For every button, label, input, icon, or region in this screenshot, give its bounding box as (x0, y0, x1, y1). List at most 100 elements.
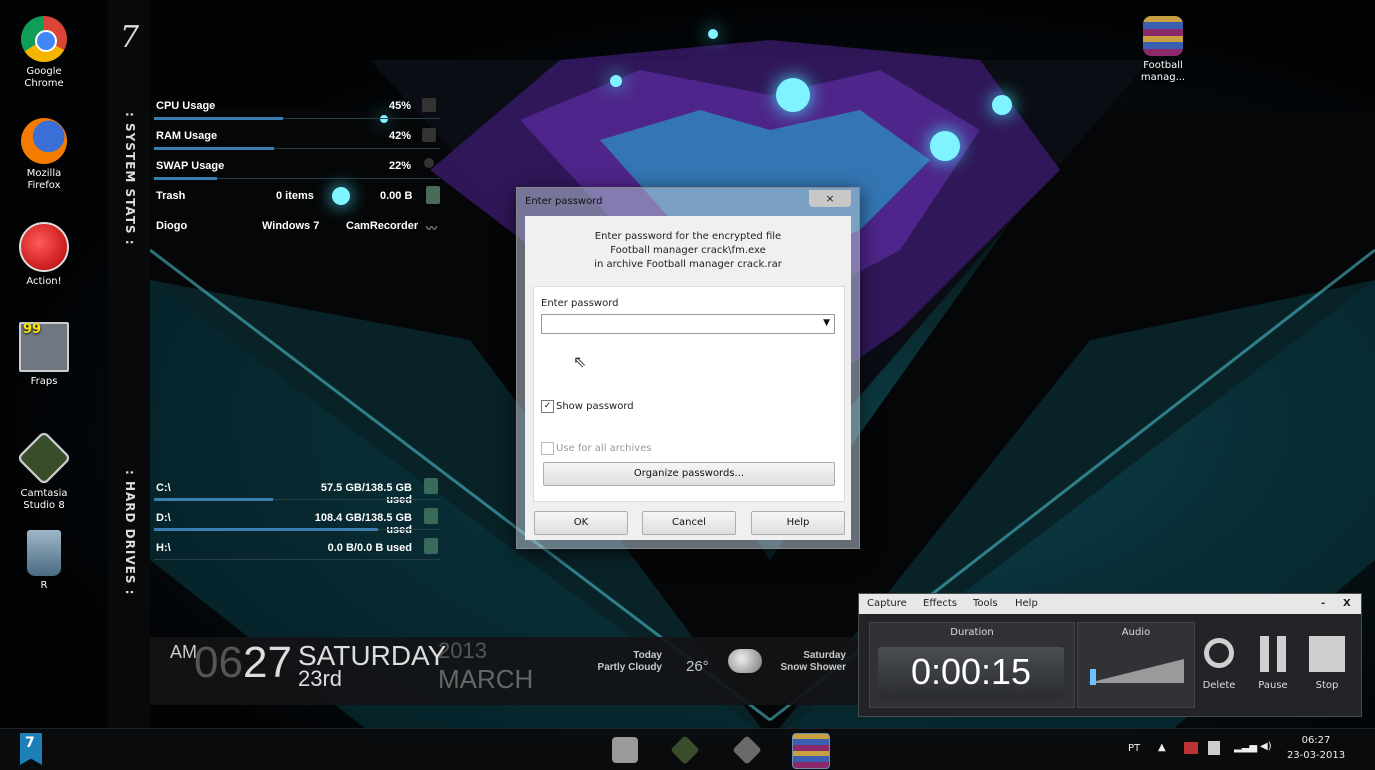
taskbar-library-icon[interactable] (612, 737, 638, 763)
stat-trash[interactable]: Trash 0 items 0.00 B (154, 186, 440, 216)
action-center-flag-icon[interactable] (1184, 742, 1198, 754)
desktop-icon-recycle-bin[interactable]: R (9, 530, 79, 592)
recorder-minimize-button[interactable]: - (1321, 598, 1325, 609)
drive-d-usage: 108.4 GB/138.5 GB used (314, 512, 412, 536)
stat-cpu-value: 45% (389, 100, 412, 112)
delete-button[interactable]: Delete (1199, 638, 1239, 698)
menu-capture[interactable]: Capture (867, 598, 907, 609)
trash-icon (426, 186, 440, 204)
winrar-icon (1143, 16, 1183, 56)
taskbar-date[interactable]: 23-03-2013 (1280, 750, 1352, 761)
camtasia-label: Camtasia Studio 8 (20, 488, 68, 511)
audio-level-slider[interactable] (1088, 657, 1184, 685)
user-os: Windows 7 (262, 220, 320, 232)
help-button[interactable]: Help (751, 511, 845, 535)
swap-bar (154, 177, 217, 180)
menu-tools[interactable]: Tools (973, 598, 998, 609)
pause-label: Pause (1258, 680, 1288, 691)
heartbeat-icon: 〰 (426, 223, 437, 235)
stat-ram: RAM Usage 42% (154, 128, 440, 156)
desktop-icon-firefox[interactable]: Mozilla Firefox (9, 118, 79, 192)
mouse-cursor-icon: ⇖ (573, 352, 587, 371)
show-password-checkbox[interactable]: ✓ (541, 400, 554, 413)
clock-minute: 27 (243, 638, 292, 687)
weather-next-cond: Snow Shower (780, 662, 846, 673)
drive-c-name: C:\ (156, 482, 171, 494)
trash-items: 0 items (276, 190, 314, 202)
user-name: Diogo (156, 220, 188, 232)
start-button[interactable]: 7 (20, 733, 42, 765)
dialog-message-line3: in archive Football manager crack.rar (594, 259, 782, 270)
tray-app-icon[interactable] (1208, 741, 1220, 755)
audio-section: Audio (1077, 622, 1195, 708)
taskbar-winrar-icon[interactable] (792, 733, 830, 769)
show-password-label: Show password (556, 401, 634, 412)
drive-h[interactable]: H:\ 0.0 B/0.0 B used (154, 538, 440, 568)
clock-day: 23rd (298, 666, 343, 691)
taskbar-time[interactable]: 06:27 (1286, 735, 1346, 746)
hard-drives-label: : HARD DRIVES : (123, 470, 137, 596)
ram-bar (154, 147, 274, 150)
network-signal-icon[interactable]: ▂▃▅ (1234, 742, 1257, 753)
stop-label: Stop (1315, 680, 1339, 691)
menu-help[interactable]: Help (1015, 598, 1038, 609)
delete-label: Delete (1202, 680, 1236, 691)
fraps-badge: 99 (23, 322, 42, 337)
duration-value: 0:00:15 (910, 651, 1032, 692)
dialog-message-line1: Enter password for the encrypted file (594, 231, 782, 242)
ram-icon (422, 128, 436, 142)
stat-ram-value: 42% (389, 130, 412, 142)
stat-cpu-name: CPU Usage (156, 100, 216, 112)
drive-h-icon (424, 538, 438, 554)
password-dialog: Enter password × Enter password for the … (516, 187, 860, 549)
winrar-label: Football manag... (1140, 60, 1186, 83)
drive-d[interactable]: D:\ 108.4 GB/138.5 GB used (154, 508, 440, 538)
tray-expand-icon[interactable]: ▲ (1158, 742, 1166, 753)
volume-icon[interactable]: ◀) (1260, 741, 1272, 752)
taskbar: 7 PT ▲ ▂▃▅ ◀) 06:27 23-03-2013 (0, 728, 1375, 770)
swap-icon (424, 158, 434, 168)
fraps-icon: 99 (19, 322, 69, 372)
menu-effects[interactable]: Effects (923, 598, 957, 609)
recorder-window: Capture Effects Tools Help - X Duration … (858, 593, 1362, 717)
desktop-icon-fraps[interactable]: 99 Fraps (9, 322, 79, 388)
drive-d-name: D:\ (156, 512, 171, 524)
stop-button[interactable]: Stop (1305, 636, 1349, 698)
ok-button[interactable]: OK (534, 511, 628, 535)
trash-name: Trash (156, 190, 186, 202)
action-icon (19, 222, 69, 272)
password-combobox[interactable]: ▼ (541, 314, 835, 334)
taskbar-camtasia-icon[interactable] (670, 735, 700, 765)
language-indicator[interactable]: PT (1128, 743, 1140, 754)
drive-c[interactable]: C:\ 57.5 GB/138.5 GB used (154, 478, 440, 508)
organize-passwords-button[interactable]: Organize passwords... (543, 462, 835, 486)
desktop-icon-winrar-archive[interactable]: Football manag... (1128, 16, 1198, 84)
password-field-label: Enter password (541, 298, 619, 309)
use-for-all-checkbox[interactable] (541, 442, 554, 455)
delete-icon (1204, 638, 1234, 668)
drive-h-name: H:\ (156, 542, 171, 554)
use-for-all-label: Use for all archives (556, 443, 652, 454)
cancel-button[interactable]: Cancel (642, 511, 736, 535)
stat-cpu: CPU Usage 45% (154, 98, 440, 126)
duration-label: Duration (950, 627, 994, 638)
recycle-bin-icon (27, 530, 61, 576)
dialog-body: Enter password for the encrypted file Fo… (525, 216, 851, 540)
dialog-message-line2: Football manager crack\fm.exe (610, 245, 766, 256)
desktop-icon-camtasia[interactable]: Camtasia Studio 8 (9, 430, 79, 512)
taskbar-recorder-icon[interactable] (732, 735, 762, 765)
recorder-close-button[interactable]: X (1343, 598, 1351, 609)
pause-icon (1260, 636, 1286, 672)
stat-ram-name: RAM Usage (156, 130, 218, 142)
desktop-icon-action[interactable]: Action! (9, 222, 79, 288)
duration-section: Duration 0:00:15 (869, 622, 1075, 708)
dialog-close-button[interactable]: × (809, 190, 851, 207)
stat-swap-value: 22% (389, 160, 412, 172)
windows-logo: 7 (120, 20, 140, 55)
pause-button[interactable]: Pause (1251, 636, 1295, 698)
desktop-icon-chrome[interactable]: Google Chrome (9, 16, 79, 90)
user-app: CamRecorder (346, 220, 419, 232)
audio-label: Audio (1121, 627, 1151, 638)
chrome-label: Google Chrome (24, 66, 64, 89)
dropdown-arrow-icon[interactable]: ▼ (823, 318, 830, 328)
